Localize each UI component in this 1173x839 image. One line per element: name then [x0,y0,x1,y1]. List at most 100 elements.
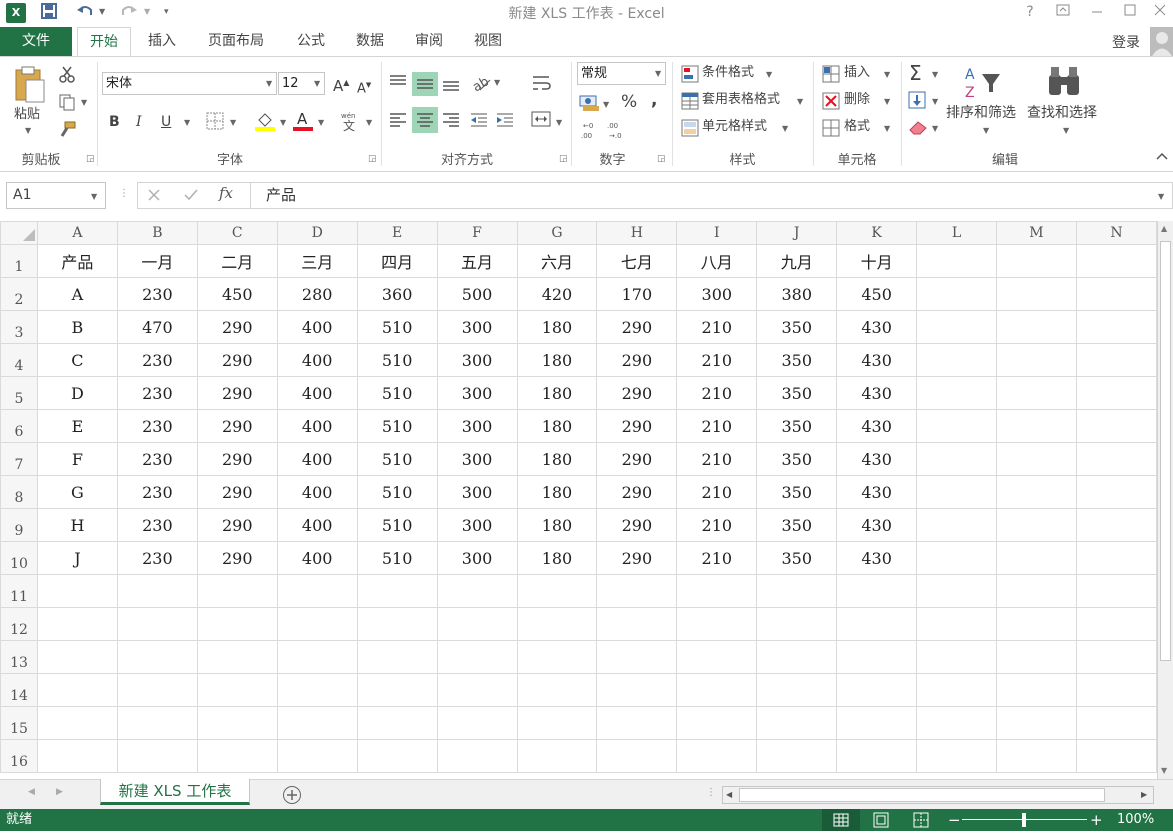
name-box-dropdown-icon[interactable]: ▼ [91,192,97,201]
cell[interactable] [996,640,1077,674]
cell[interactable]: 290 [196,376,278,410]
alignment-launcher-icon[interactable]: ◲ [559,154,568,164]
underline-dropdown-icon[interactable]: ▼ [184,118,190,127]
tab-view[interactable]: 视图 [462,30,514,54]
cell[interactable] [196,607,278,641]
new-sheet-icon[interactable] [282,785,302,809]
align-top-icon[interactable] [387,72,409,94]
cell[interactable] [676,640,758,674]
clipboard-launcher-icon[interactable]: ◲ [86,154,95,164]
cell[interactable]: 180 [516,409,598,443]
cell[interactable]: H [36,508,118,542]
cell[interactable]: B [36,310,118,344]
cell[interactable]: 510 [356,442,438,476]
cell[interactable] [596,706,678,740]
cell[interactable] [996,673,1077,707]
font-launcher-icon[interactable]: ◲ [368,154,377,164]
cell[interactable]: 510 [356,409,438,443]
comma-button[interactable]: , [651,91,657,109]
border-dropdown-icon[interactable]: ▼ [230,118,236,127]
cell[interactable] [996,607,1077,641]
cell[interactable]: 450 [836,277,918,311]
cell[interactable]: 300 [436,442,518,476]
cell[interactable] [756,706,838,740]
cell[interactable] [996,475,1077,509]
cell[interactable]: 510 [356,376,438,410]
cell[interactable]: 450 [196,277,278,311]
worksheet-grid[interactable]: ABCDEFGHIJKLMN 1 产品 一月 二月 三月 四月 五月 六月 七月 八月 九月 十月 2 A… [0,221,1157,779]
font-name-select[interactable]: 宋体 [102,72,277,95]
cell[interactable] [36,739,118,773]
sheet-tab-active[interactable]: 新建 XLS 工作表 [100,779,250,805]
column-header[interactable]: H [596,221,678,245]
bold-button[interactable]: B [109,113,120,131]
cell[interactable]: 180 [516,310,598,344]
cell[interactable]: 430 [836,343,918,377]
cell[interactable]: 230 [116,508,198,542]
cell[interactable] [1075,607,1157,641]
cell[interactable]: 300 [436,376,518,410]
cell[interactable]: 300 [436,310,518,344]
cell[interactable]: 350 [756,442,838,476]
cell[interactable] [756,739,838,773]
vertical-scroll-thumb[interactable] [1160,241,1171,661]
row-header[interactable]: 5 [0,376,38,410]
cell[interactable] [196,640,278,674]
paste-button[interactable]: 粘贴 [14,106,40,124]
format-painter-icon[interactable] [58,120,76,142]
row-header[interactable]: 2 [0,277,38,311]
cell[interactable] [516,640,598,674]
prev-sheet-icon[interactable]: ◀ [28,787,35,797]
cell[interactable] [676,673,758,707]
italic-button[interactable]: I [136,113,142,131]
horizontal-scrollbar[interactable]: ◀ ▶ [722,786,1154,804]
collapse-ribbon-icon[interactable] [1156,151,1168,164]
column-header[interactable]: M [996,221,1077,245]
cell[interactable]: 350 [756,376,838,410]
cell[interactable]: 500 [436,277,518,311]
cell[interactable] [996,376,1077,410]
cell[interactable] [1075,442,1157,476]
cell[interactable] [196,574,278,608]
maximize-icon[interactable] [1120,2,1140,22]
cell[interactable] [916,673,997,707]
cell[interactable] [196,706,278,740]
row-header[interactable]: 12 [0,607,38,641]
delete-cells-button[interactable]: 删除 [844,91,870,109]
column-header[interactable]: I [676,221,758,245]
cell[interactable] [996,508,1077,542]
wrap-text-icon[interactable] [530,72,552,98]
cell[interactable] [116,673,198,707]
cell[interactable] [756,673,838,707]
cell[interactable]: 300 [436,409,518,443]
orientation-icon[interactable]: ab [470,72,492,98]
cell[interactable] [516,739,598,773]
vertical-scrollbar[interactable]: ▲ ▼ [1157,221,1173,779]
cell[interactable] [36,673,118,707]
cell[interactable] [996,541,1077,575]
cell[interactable]: 380 [756,277,838,311]
cell[interactable]: F [36,442,118,476]
row-header[interactable]: 7 [0,442,38,476]
login-link[interactable]: 登录 [1112,32,1140,52]
cell[interactable]: 170 [596,277,678,311]
expand-formula-bar-icon[interactable]: ▼ [1158,192,1164,201]
cell[interactable] [196,673,278,707]
cell[interactable] [916,244,997,278]
cell[interactable] [596,739,678,773]
tab-home[interactable]: 开始 [77,27,131,57]
row-header[interactable]: 6 [0,409,38,443]
cell[interactable] [356,673,438,707]
cell[interactable] [276,739,358,773]
decrease-indent-icon[interactable] [468,108,490,134]
cell[interactable]: 510 [356,343,438,377]
cell-styles-dropdown-icon[interactable]: ▼ [782,124,788,133]
accounting-dropdown-icon[interactable]: ▼ [603,100,609,109]
autosum-icon[interactable]: Σ [909,63,922,83]
font-color-icon[interactable]: A [292,110,314,136]
decrease-decimal-icon[interactable]: .00 →.0 [606,120,628,144]
conditional-format-button[interactable]: 条件格式 [702,64,754,82]
cell[interactable] [516,673,598,707]
cell[interactable] [996,739,1077,773]
column-header[interactable]: K [836,221,918,245]
